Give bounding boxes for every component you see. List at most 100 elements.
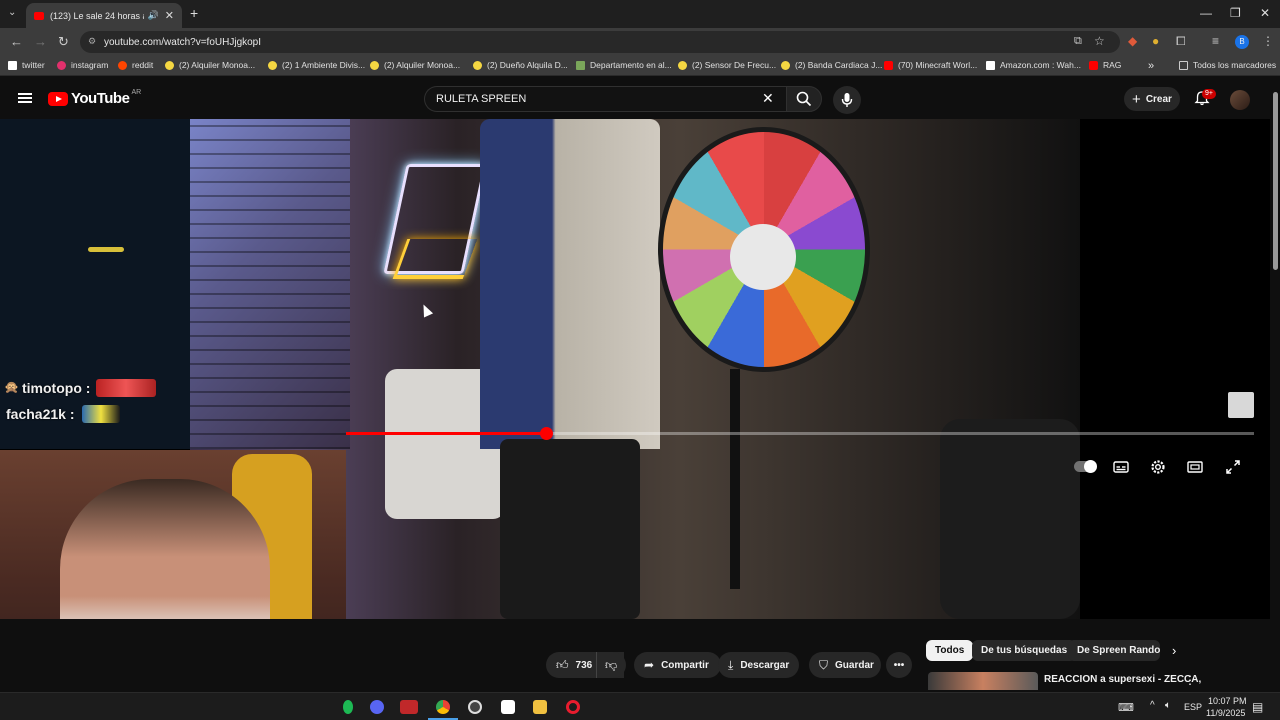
search-button[interactable]: [786, 86, 822, 112]
dislike-button[interactable]: 👎︎: [596, 652, 626, 678]
account-avatar[interactable]: [1230, 90, 1250, 110]
bookmark-item[interactable]: twitter: [8, 60, 45, 70]
forward-icon[interactable]: →: [34, 34, 47, 49]
autoplay-toggle[interactable]: [1074, 460, 1097, 473]
neon-sign-yellow: [392, 239, 478, 279]
chip-from-channel[interactable]: De Spreen Random: [1068, 640, 1160, 661]
bookmark-item[interactable]: (70) Minecraft Worl...: [884, 60, 977, 70]
notification-center-icon[interactable]: ▤: [1252, 700, 1263, 714]
save-button[interactable]: ⛉ Guardar: [809, 652, 881, 678]
chat-emote: [96, 379, 156, 397]
chat-emote: [88, 247, 124, 252]
bookmark-item[interactable]: (2) Alquiler Monoa...: [165, 60, 255, 70]
recommendation-thumbnail[interactable]: [928, 672, 1038, 690]
obs-icon[interactable]: [468, 700, 482, 714]
browser-tab-bar: ⌄ (123) Le sale 24 horas a Spr 🔊 ✕ + — ❐…: [0, 0, 1280, 28]
audio-playing-icon[interactable]: 🔊: [148, 10, 159, 21]
more-bookmarks-icon[interactable]: »: [1148, 60, 1154, 72]
fullscreen-button[interactable]: [1225, 459, 1241, 475]
chrome-icon[interactable]: [436, 700, 450, 714]
recommendation-menu-icon[interactable]: ⋮: [1184, 673, 1196, 687]
channel-watermark[interactable]: [1228, 392, 1254, 418]
bookmark-item[interactable]: RAG: [1089, 60, 1121, 70]
bookmark-item[interactable]: (2) 1 Ambiente Divis...: [268, 60, 365, 70]
chips-next-icon[interactable]: ›: [1172, 643, 1176, 658]
site-info-icon[interactable]: ⚙: [88, 36, 96, 47]
thumbs-up-icon: 👍︎: [556, 657, 569, 672]
tab-youtube[interactable]: (123) Le sale 24 horas a Spr 🔊 ✕: [26, 3, 182, 28]
mercadolibre-icon: [678, 60, 687, 70]
page-scrollbar-thumb[interactable]: [1273, 92, 1278, 270]
voicemeeter-icon[interactable]: [400, 700, 418, 714]
reddit-icon: [118, 60, 127, 70]
progress-scrubber-handle[interactable]: [540, 427, 553, 440]
extensions-puzzle-icon[interactable]: ⧠: [1176, 34, 1186, 49]
tab-search-icon[interactable]: ⌄: [8, 7, 16, 18]
recommendation-title[interactable]: REACCION a supersexi - ZECCA,: [1044, 674, 1201, 685]
clock-date[interactable]: 11/9/2025: [1206, 708, 1245, 718]
window-close-icon[interactable]: ✕: [1260, 6, 1270, 20]
bookmark-item[interactable]: (2) Dueño Alquila D...: [473, 60, 568, 70]
clear-search-icon[interactable]: ✕: [762, 90, 774, 107]
subtitles-button[interactable]: [1113, 459, 1129, 475]
input-language[interactable]: ESP: [1184, 702, 1202, 712]
browser-menu-icon[interactable]: ⋮: [1262, 34, 1274, 48]
install-app-icon[interactable]: ⧉: [1074, 35, 1082, 48]
folder-icon: [1179, 60, 1188, 70]
subtitles-icon: [1113, 461, 1129, 473]
browser-toolbar: ← → ↻ ⚙ youtube.com/watch?v=foUHJjgkopI …: [0, 28, 1280, 56]
bookmark-item[interactable]: (2) Banda Cardiaca J...: [781, 60, 882, 70]
keyboard-icon[interactable]: ⌨: [1118, 701, 1134, 714]
theater-icon: [1187, 461, 1203, 473]
gaming-chair: [940, 419, 1080, 619]
bookmark-item[interactable]: Amazon.com : Wah...: [986, 60, 1081, 70]
chip-from-searches[interactable]: De tus búsquedas: [972, 640, 1077, 661]
address-bar[interactable]: ⚙ youtube.com/watch?v=foUHJjgkopI ⧉ ☆: [80, 31, 1120, 53]
create-button[interactable]: + Crear: [1124, 87, 1180, 111]
menu-icon[interactable]: [18, 93, 32, 103]
discord-icon[interactable]: [370, 700, 384, 714]
show-hidden-icons-icon[interactable]: ^: [1150, 700, 1155, 711]
youtube-logo[interactable]: YouTube AR: [48, 89, 141, 107]
extension-icon[interactable]: ◆: [1128, 34, 1137, 48]
bookmark-item[interactable]: (2) Sensor De Frecu...: [678, 60, 776, 70]
file-explorer-icon[interactable]: [533, 700, 547, 714]
extension-color-icon[interactable]: ●: [1152, 34, 1159, 48]
restore-icon[interactable]: ❐: [1230, 6, 1241, 20]
spotify-icon[interactable]: [343, 700, 353, 714]
share-button[interactable]: ➦ Compartir: [634, 652, 721, 678]
opera-icon[interactable]: [566, 700, 580, 714]
all-bookmarks-folder[interactable]: Todos los marcadores: [1179, 60, 1276, 70]
download-button[interactable]: ⤓ Descargar: [718, 652, 799, 678]
back-icon[interactable]: ←: [10, 34, 23, 49]
volume-icon[interactable]: 🔈︎: [1165, 700, 1171, 711]
bookmark-item[interactable]: instagram: [57, 60, 108, 70]
clock-time[interactable]: 10:07 PM: [1208, 696, 1247, 706]
like-count: 736: [575, 659, 593, 671]
wheel-stand: [730, 369, 740, 589]
fullscreen-icon: [1226, 460, 1240, 474]
theater-mode-button[interactable]: [1187, 459, 1203, 475]
chip-all[interactable]: Todos: [926, 640, 974, 661]
youtube-favicon-icon: [34, 11, 44, 20]
reload-icon[interactable]: ↻: [58, 34, 69, 50]
profile-avatar-icon[interactable]: B: [1235, 35, 1249, 49]
settings-button[interactable]: [1150, 459, 1166, 475]
media-control-icon[interactable]: ≡: [1212, 34, 1219, 48]
more-actions-button[interactable]: •••: [886, 652, 912, 678]
search-icon: [796, 91, 812, 107]
bookmark-item[interactable]: reddit: [118, 60, 153, 70]
progress-bar-played: [346, 432, 546, 435]
minimize-icon[interactable]: —: [1200, 6, 1212, 20]
amazon-icon: [986, 60, 995, 70]
tab-close-icon[interactable]: ✕: [165, 9, 174, 22]
voice-search-button[interactable]: [833, 86, 861, 114]
video-player[interactable]: [0, 119, 1270, 619]
bookmark-item[interactable]: (2) Alquiler Monoa...: [370, 60, 460, 70]
bookmark-item[interactable]: Departamento en al...: [576, 60, 672, 70]
bookmark-star-icon[interactable]: ☆: [1094, 34, 1105, 48]
new-tab-icon[interactable]: +: [190, 5, 198, 21]
search-input[interactable]: RULETA SPREEN: [424, 86, 786, 112]
share-icon: ➦: [644, 658, 655, 672]
capcut-icon[interactable]: [501, 700, 515, 714]
